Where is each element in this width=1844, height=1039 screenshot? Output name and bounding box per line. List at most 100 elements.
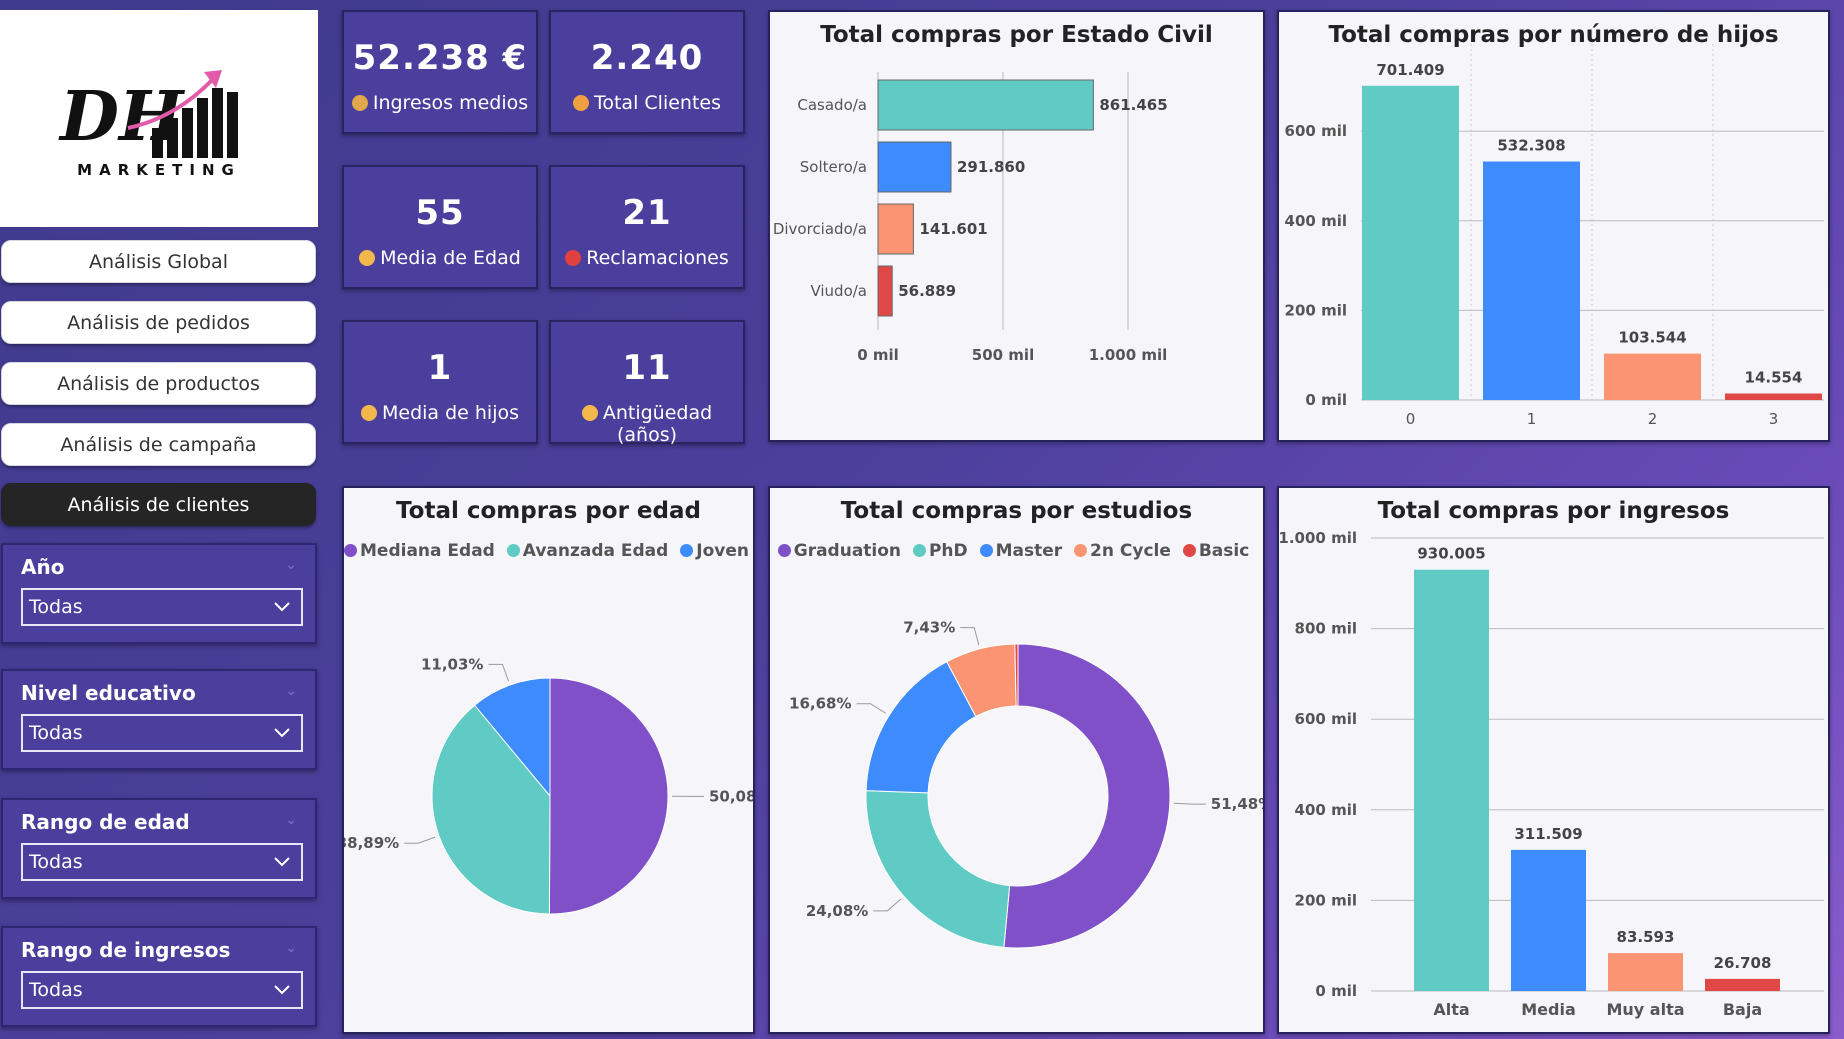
- category-label: Muy alta: [1606, 1000, 1684, 1019]
- kpi-label: Total Clientes: [593, 92, 721, 114]
- kpi-label: Media de hijos: [381, 402, 520, 424]
- kpi-value: 2.240: [590, 38, 704, 78]
- leader-line: [873, 898, 902, 912]
- kpi-value: 55: [415, 193, 465, 233]
- tick-label: 0 mil: [1315, 982, 1357, 1000]
- leader-line: [856, 703, 887, 714]
- category-label: Media: [1521, 1000, 1576, 1019]
- bar: [1483, 161, 1580, 400]
- chevron-down-icon[interactable]: ⌄: [285, 557, 297, 573]
- chart-estado-civil-svg: 0 mil 500 mil 1.000 mil Casado/a 861.465 Solt…: [773, 72, 1168, 364]
- logo-panel: DH MARKETING: [0, 10, 318, 227]
- kpi-antiguedad: 11 Antigüedad (años): [549, 320, 745, 446]
- category-label: Viudo/a: [810, 282, 867, 300]
- kpi-media-hijos: 1 Media de hijos: [342, 320, 538, 444]
- tick-label: 400 mil: [1285, 212, 1347, 230]
- slicer-title: Nivel educativo: [21, 681, 196, 705]
- dropdown-rango-edad[interactable]: Todas: [21, 843, 303, 881]
- data-label: 11,03%: [421, 655, 483, 673]
- category-label: 0: [1406, 410, 1416, 428]
- slicer-title: Rango de edad: [21, 810, 190, 834]
- chevron-down-icon: [274, 857, 290, 867]
- leader-line: [960, 627, 980, 646]
- pie-slice: [1003, 643, 1171, 949]
- dropdown-value: Todas: [29, 979, 83, 1001]
- older-man-icon: [581, 405, 598, 421]
- data-label: 14.554: [1745, 368, 1803, 386]
- category-label: 1: [1527, 410, 1537, 428]
- data-label: 861.465: [1099, 96, 1167, 114]
- person-icon: [572, 95, 589, 111]
- pie-slice: [865, 790, 1011, 948]
- tick-label: 0 mil: [1305, 391, 1347, 409]
- bar: [1608, 953, 1683, 991]
- kpi-value: 1: [427, 348, 453, 388]
- nav-analisis-global[interactable]: Análisis Global: [1, 240, 316, 283]
- category-label: Baja: [1723, 1000, 1762, 1019]
- dropdown-nivel-educativo[interactable]: Todas: [21, 714, 303, 752]
- kpi-label: Reclamaciones: [586, 247, 729, 269]
- data-label: 532.308: [1497, 137, 1565, 155]
- leader-line: [404, 836, 436, 844]
- data-label: 56.889: [898, 282, 956, 300]
- chevron-down-icon: [274, 985, 290, 995]
- logo-text: DH: [58, 77, 186, 157]
- chart-ingresos: Total compras por ingresos 0 mil 200 mil 4…: [1277, 486, 1830, 1034]
- bar: [877, 79, 1094, 131]
- chevron-down-icon[interactable]: ⌄: [285, 812, 297, 828]
- data-label: 7,43%: [903, 619, 955, 637]
- data-label: 311.509: [1514, 825, 1582, 843]
- data-label: 103.544: [1618, 329, 1686, 347]
- category-label: Divorciado/a: [773, 220, 867, 238]
- tick-label: 800 mil: [1295, 620, 1357, 638]
- data-label: 50,08%: [709, 787, 753, 805]
- chart-estado-civil: Total compras por Estado Civil 0 mil 500 …: [768, 10, 1265, 442]
- dropdown-rango-ingresos[interactable]: Todas: [21, 971, 303, 1009]
- data-label: 26.708: [1714, 954, 1772, 972]
- child-icon: [360, 405, 377, 421]
- bar: [877, 203, 914, 255]
- nav-analisis-pedidos[interactable]: Análisis de pedidos: [1, 301, 316, 344]
- slicer-rango-ingresos: Rango de ingresos ⌄ Todas: [1, 926, 317, 1027]
- bar: [1414, 569, 1489, 991]
- category-label: Alta: [1433, 1000, 1469, 1019]
- dropdown-ano[interactable]: Todas: [21, 588, 303, 626]
- data-label: 701.409: [1376, 61, 1444, 79]
- kpi-label: Ingresos medios: [372, 92, 529, 114]
- tick-label: 600 mil: [1295, 710, 1357, 728]
- nav-analisis-productos[interactable]: Análisis de productos: [1, 362, 316, 405]
- chevron-down-icon: [274, 728, 290, 738]
- company-logo: DH MARKETING: [58, 70, 241, 179]
- logo-subtext: MARKETING: [77, 161, 241, 179]
- data-label: 24,08%: [806, 902, 868, 920]
- nav-analisis-campana[interactable]: Análisis de campaña: [1, 423, 316, 466]
- slicer-title: Año: [21, 555, 65, 579]
- category-label: 2: [1648, 410, 1658, 428]
- pie-slice: [548, 677, 669, 915]
- tick-label: 1.000 mil: [1089, 346, 1168, 364]
- leader-line: [488, 663, 510, 682]
- chevron-down-icon[interactable]: ⌄: [285, 940, 297, 956]
- dropdown-value: Todas: [29, 596, 83, 618]
- chart-estudios: Total compras por estudios Graduation Ph…: [768, 486, 1265, 1034]
- chevron-down-icon[interactable]: ⌄: [285, 683, 297, 699]
- chart-estudios-svg: 51,48% 24,08% 16,68% 7,43%: [789, 619, 1263, 949]
- data-label: 16,68%: [789, 695, 851, 713]
- chart-numero-hijos: Total compras por número de hijos 0 mil 2…: [1277, 10, 1830, 442]
- kpi-total-clientes: 2.240 Total Clientes: [549, 10, 745, 134]
- category-label: 3: [1769, 410, 1779, 428]
- chevron-down-icon: [274, 602, 290, 612]
- data-label: 83.593: [1617, 928, 1675, 946]
- kpi-label: Media de Edad: [380, 247, 521, 269]
- bar: [1511, 849, 1586, 991]
- tick-label: 200 mil: [1295, 891, 1357, 909]
- bar: [1604, 353, 1701, 400]
- kpi-value: 52.238 €: [352, 38, 528, 78]
- kpi-value: 21: [622, 193, 672, 233]
- nav-analisis-clientes[interactable]: Análisis de clientes: [1, 483, 316, 526]
- kpi-value: 11: [622, 348, 672, 388]
- kpi-reclamaciones: 21 Reclamaciones: [549, 165, 745, 289]
- kpi-ingresos-medios: 52.238 € Ingresos medios: [342, 10, 538, 134]
- tick-label: 500 mil: [972, 346, 1034, 364]
- dropdown-value: Todas: [29, 851, 83, 873]
